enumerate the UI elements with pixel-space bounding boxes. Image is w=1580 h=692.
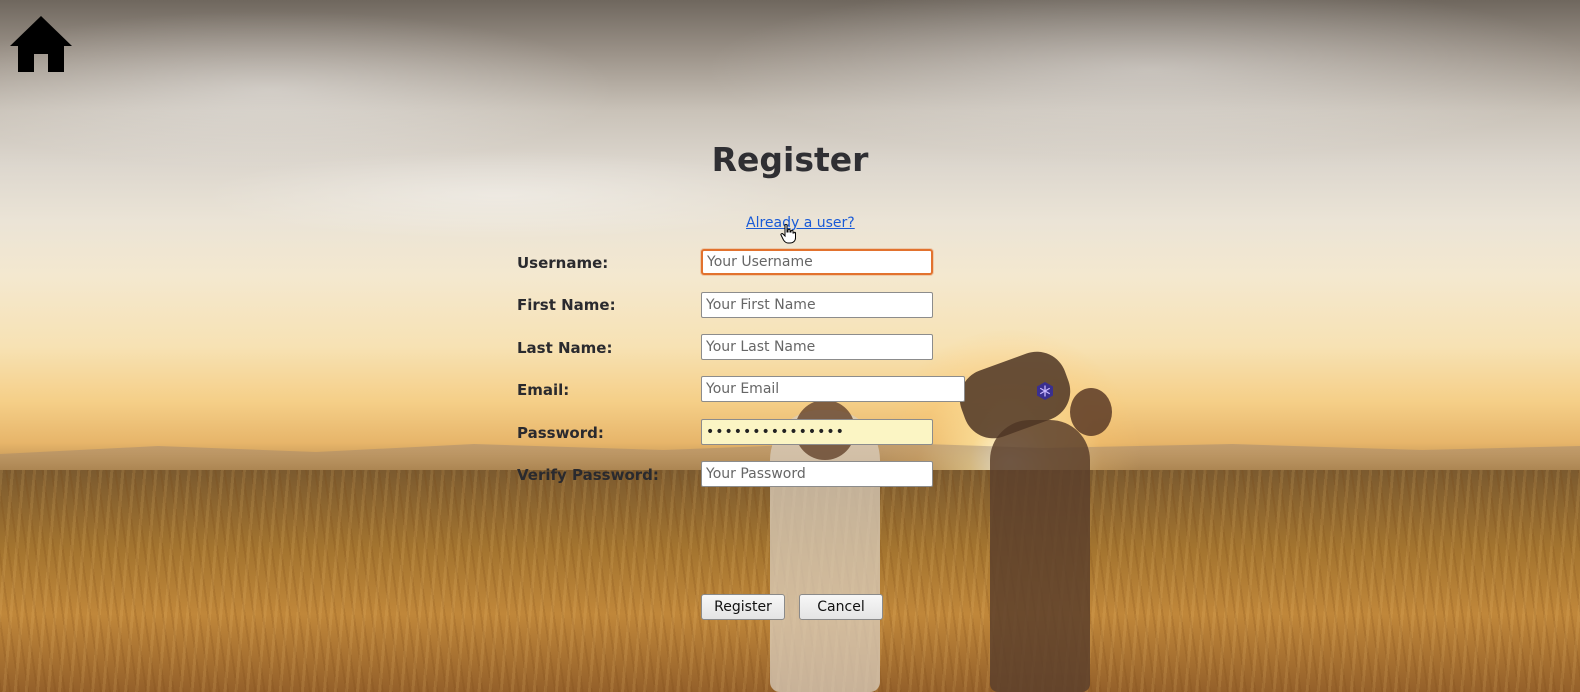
first-name-label: First Name: [517, 296, 616, 314]
hand-pointer-icon [780, 224, 796, 244]
already-a-user-link[interactable]: Already a user? [746, 215, 855, 231]
password-manager-icon[interactable] [1035, 381, 1055, 401]
username-input[interactable] [701, 249, 933, 275]
register-button[interactable]: Register [701, 594, 785, 620]
verify-password-input[interactable] [701, 461, 933, 487]
page-title: Register [711, 140, 869, 179]
home-icon[interactable] [8, 14, 74, 74]
first-name-input[interactable] [701, 292, 933, 318]
email-label: Email: [517, 381, 570, 399]
cloud [700, 0, 1580, 160]
last-name-input[interactable] [701, 334, 933, 360]
verify-password-label: Verify Password: [517, 466, 659, 484]
password-input[interactable] [701, 419, 933, 445]
email-input[interactable] [701, 376, 965, 402]
cancel-button[interactable]: Cancel [799, 594, 883, 620]
last-name-label: Last Name: [517, 339, 613, 357]
password-label: Password: [517, 424, 604, 442]
man-head [1070, 388, 1112, 436]
man-figure [990, 420, 1090, 692]
username-label: Username: [517, 254, 609, 272]
page-background: Register Already a user? Username: First… [0, 0, 1580, 692]
